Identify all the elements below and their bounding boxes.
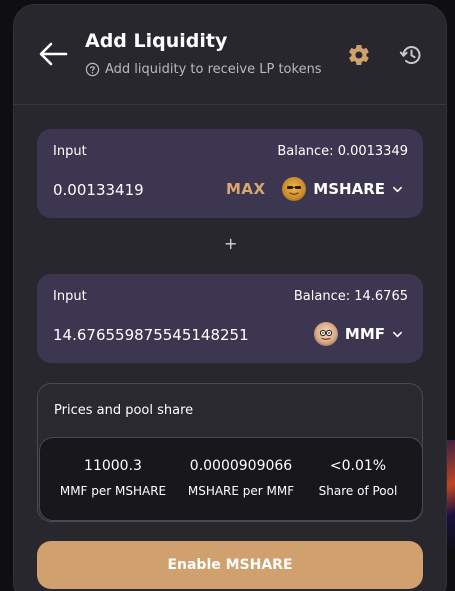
chevron-down-icon [393, 186, 402, 192]
mmf-token-icon [313, 322, 338, 346]
input-label: Input [53, 144, 87, 159]
stat-label: MSHARE per MMF [187, 484, 295, 498]
gear-icon[interactable] [347, 43, 371, 67]
input-panel-b: Input Balance: 14.6765 MMF [37, 274, 423, 363]
amount-input[interactable] [53, 181, 233, 199]
page-subtitle: Add liquidity to receive LP tokens [85, 62, 322, 77]
stat-value: <0.01% [329, 458, 387, 474]
page-title: Add Liquidity [85, 30, 228, 52]
card-header: Add Liquidity Add liquidity to receive L… [14, 5, 446, 105]
stat-value: 0.0000909066 [189, 458, 293, 474]
enable-mshare-button[interactable]: Enable MSHARE [37, 541, 423, 589]
mshare-token-icon [282, 177, 307, 201]
stat-mmf-per-mshare: 11000.3 MMF per MSHARE [58, 458, 168, 498]
subtitle-text: Add liquidity to receive LP tokens [105, 62, 322, 77]
balance-text: Balance: 14.6765 [293, 289, 408, 304]
token-symbol: MSHARE [313, 180, 385, 198]
prices-panel: Prices and pool share 11000.3 MMF per MS… [37, 383, 423, 522]
input-panel-a: Input Balance: 0.0013349 MAX MSHARE [37, 129, 423, 218]
token-select-mmf[interactable]: MMF [313, 320, 403, 348]
help-circle-icon [85, 62, 100, 77]
amount-input[interactable] [53, 326, 303, 344]
stat-mshare-per-mmf: 0.0000909066 MSHARE per MMF [178, 458, 304, 498]
input-label: Input [53, 289, 87, 304]
prices-stats: 11000.3 MMF per MSHARE 0.0000909066 MSHA… [39, 437, 423, 521]
chevron-down-icon [393, 331, 402, 337]
stat-label: MMF per MSHARE [59, 484, 167, 498]
plus-sign: + [224, 234, 238, 253]
stat-share-of-pool: <0.01% Share of Pool [308, 458, 408, 498]
token-select-mshare[interactable]: MSHARE [282, 175, 403, 203]
prices-title: Prices and pool share [54, 403, 194, 418]
stat-value: 11000.3 [84, 458, 142, 474]
back-arrow-icon[interactable] [38, 41, 68, 67]
balance-text: Balance: 0.0013349 [277, 144, 408, 159]
history-icon[interactable] [399, 43, 423, 67]
token-symbol: MMF [344, 325, 385, 343]
stat-label: Share of Pool [318, 484, 398, 498]
add-liquidity-card: Add Liquidity Add liquidity to receive L… [13, 4, 447, 591]
max-button[interactable]: MAX [226, 180, 266, 198]
